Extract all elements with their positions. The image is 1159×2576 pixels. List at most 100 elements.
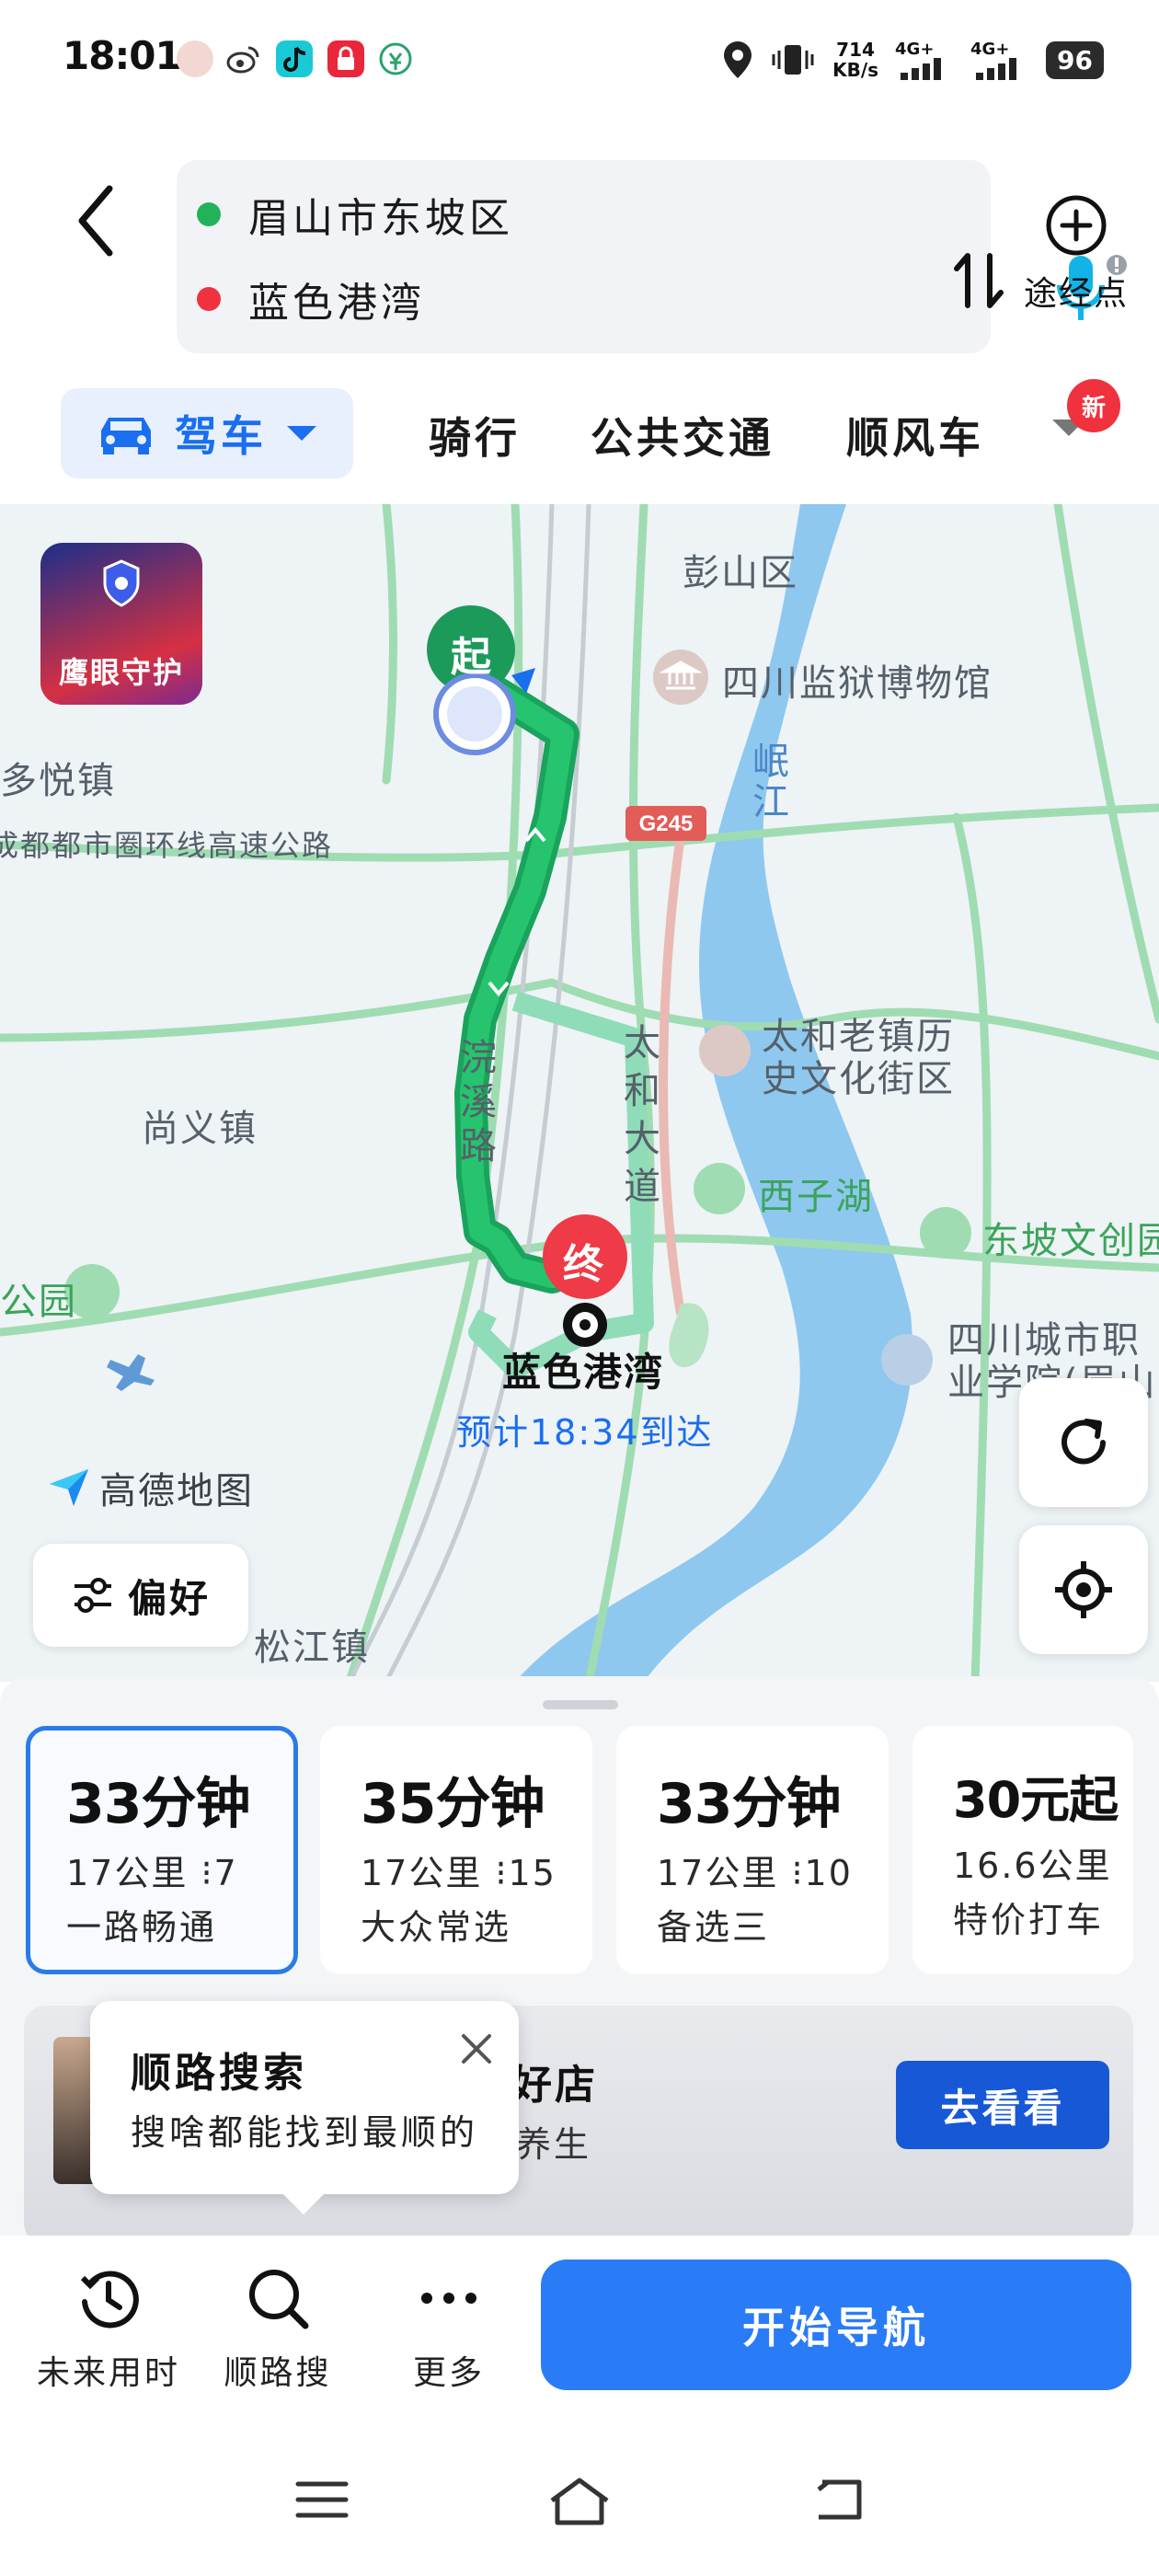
route-time: 35分钟: [361, 1772, 545, 1836]
chevron-down-icon: [287, 426, 316, 441]
g245-shield: G245: [639, 811, 694, 836]
map-label-duoyue: 多悦镇: [0, 760, 116, 802]
route-time: 33分钟: [66, 1772, 251, 1836]
tab-drive[interactable]: 驾车: [61, 388, 353, 478]
network-speed: 714 KB/s: [832, 39, 879, 81]
via-point-button[interactable]: 途经点: [1016, 193, 1136, 315]
home-button[interactable]: [546, 2477, 613, 2532]
lock-app-icon: [327, 40, 364, 77]
origin-field[interactable]: 眉山市东坡区: [197, 182, 513, 247]
map-label-prison-museum: 四川监狱博物馆: [722, 662, 993, 705]
along-search-tooltip: 顺路搜索 搜啥都能找到最顺的: [90, 2001, 519, 2214]
swap-button[interactable]: [949, 248, 1008, 316]
map-label-shangyi: 尚义镇: [142, 1108, 258, 1150]
locate-me-button[interactable]: [1019, 1525, 1148, 1654]
tooltip-close-button[interactable]: [451, 2023, 502, 2075]
more-button[interactable]: 更多: [366, 2263, 532, 2394]
start-navigation-button[interactable]: 开始导航: [541, 2260, 1131, 2390]
route-info: 17公里 ⁝15: [361, 1853, 557, 1893]
amap-logo: 高德地图: [46, 1461, 254, 1514]
menu-icon: [295, 2481, 349, 2518]
menu-button[interactable]: [294, 2477, 350, 2526]
battery-indicator: 96: [1046, 40, 1104, 79]
shield-icon: [103, 559, 140, 607]
traffic-light-icon: ⁝: [791, 1853, 805, 1893]
tiktok-app-icon: [276, 40, 313, 77]
eagle-eye-guard-button[interactable]: 鹰眼守护: [40, 543, 202, 705]
signal-icon: 4G+: [970, 40, 1029, 80]
route-card-taxi[interactable]: 30元起 16.6公里 特价打车: [912, 1726, 1133, 1974]
vibrate-icon: [772, 45, 814, 75]
bottom-action-bar: 未来用时 顺路搜 更多 开始导航: [0, 2236, 1159, 2420]
tooltip-title: 顺路搜索: [131, 2050, 307, 2097]
via-point-label: 途经点: [1023, 275, 1129, 313]
along-search-label: 顺路搜: [224, 2354, 332, 2392]
back-nav-button[interactable]: [809, 2477, 865, 2526]
tab-drive-label: 驾车: [175, 411, 267, 461]
home-icon: [550, 2478, 609, 2525]
clock-history-icon: [80, 2271, 139, 2329]
map-label-pengshan: 彭山区: [683, 552, 798, 594]
destination-field[interactable]: 蓝色港湾: [197, 267, 425, 331]
map-label-huanxi-road: 浣溪路: [460, 1037, 499, 1167]
origin-dot: [197, 202, 221, 226]
tab-transit[interactable]: 公共交通: [591, 405, 775, 466]
close-icon: [462, 2034, 491, 2064]
bank-app-icon: [377, 40, 414, 77]
route-time: 33分钟: [657, 1772, 842, 1836]
tab-carpool[interactable]: 顺风车: [846, 405, 984, 466]
map-label-taihe-ave: 太和大道: [624, 1022, 662, 1208]
refresh-button[interactable]: [1019, 1378, 1148, 1507]
sheet-handle[interactable]: [543, 1700, 618, 1709]
status-time: 18:01: [63, 33, 182, 78]
back-button[interactable]: [69, 170, 124, 271]
signal-icon: 4G+: [895, 40, 954, 80]
weibo-app-icon: [224, 40, 261, 77]
route-info: 16.6公里: [953, 1846, 1112, 1886]
map-label-river: 岷江: [752, 741, 791, 823]
promo-subtitle: 养生: [516, 2124, 592, 2165]
eagle-eye-label: 鹰眼守护: [58, 655, 184, 690]
promo-go-button[interactable]: 去看看: [896, 2061, 1109, 2149]
map-label-ring-road: 成都都市圈环线高速公路: [0, 828, 334, 863]
search-icon: [249, 2270, 309, 2329]
status-bar: 18:01 714 KB/s 4G+ 4G+ 96: [0, 0, 1159, 120]
future-time-button[interactable]: 未来用时: [26, 2263, 191, 2394]
route-header: 眉山市东坡区 蓝色港湾 途经点 驾车 骑行 公共交通 顺风车 新: [0, 120, 1159, 506]
map-label-park: 公园: [0, 1281, 77, 1323]
tab-ride[interactable]: 骑行: [429, 405, 521, 466]
traffic-light-icon: ⁝: [495, 1853, 509, 1893]
amap-logo-text: 高德地图: [99, 1470, 254, 1512]
sliders-icon: [74, 1578, 111, 1613]
promo-title: 好店: [511, 2062, 598, 2109]
traffic-light-icon: ⁝: [201, 1853, 214, 1893]
tooltip-subtitle: 搜啥都能找到最顺的: [131, 2112, 479, 2153]
route-tag: 大众常选: [361, 1907, 512, 1948]
refresh-icon: [1061, 1419, 1106, 1465]
route-card-1[interactable]: 33分钟 17公里 ⁝7 一路畅通: [26, 1726, 298, 1974]
car-icon: [101, 418, 151, 454]
route-card-2[interactable]: 35分钟 17公里 ⁝15 大众常选: [320, 1726, 592, 1974]
route-tag: 一路畅通: [66, 1907, 218, 1948]
route-input-box: 眉山市东坡区 蓝色港湾: [177, 160, 1127, 353]
location-icon: [724, 41, 752, 78]
amap-logo-icon: [50, 1469, 88, 1506]
destination-text: 蓝色港湾: [248, 280, 425, 327]
locate-icon: [1055, 1561, 1112, 1618]
map-label-songjiang: 松江镇: [254, 1627, 370, 1669]
add-circle-icon: [1046, 195, 1107, 256]
swap-icon: [954, 253, 1004, 308]
preference-label: 偏好: [127, 1575, 211, 1621]
eta-label: 预计18:34到达: [456, 1412, 714, 1453]
more-dots-icon: [421, 2293, 476, 2304]
along-search-button[interactable]: 顺路搜: [195, 2263, 361, 2394]
start-marker-label: 起: [451, 634, 493, 681]
new-badge: 新: [1067, 379, 1120, 432]
map-label-destination: 蓝色港湾: [502, 1350, 665, 1395]
route-map[interactable]: G245 鹰眼守护 起 终 彭山区 四川监狱博物馆 岷江 多悦镇 成都都市圈环线…: [0, 504, 1159, 1682]
back-nav-icon: [817, 2479, 862, 2520]
route-card-3[interactable]: 33分钟 17公里 ⁝10 备选三: [616, 1726, 889, 1974]
more-label: 更多: [412, 2354, 485, 2392]
preference-button[interactable]: 偏好: [33, 1544, 248, 1647]
end-marker-label: 终: [563, 1241, 605, 1288]
